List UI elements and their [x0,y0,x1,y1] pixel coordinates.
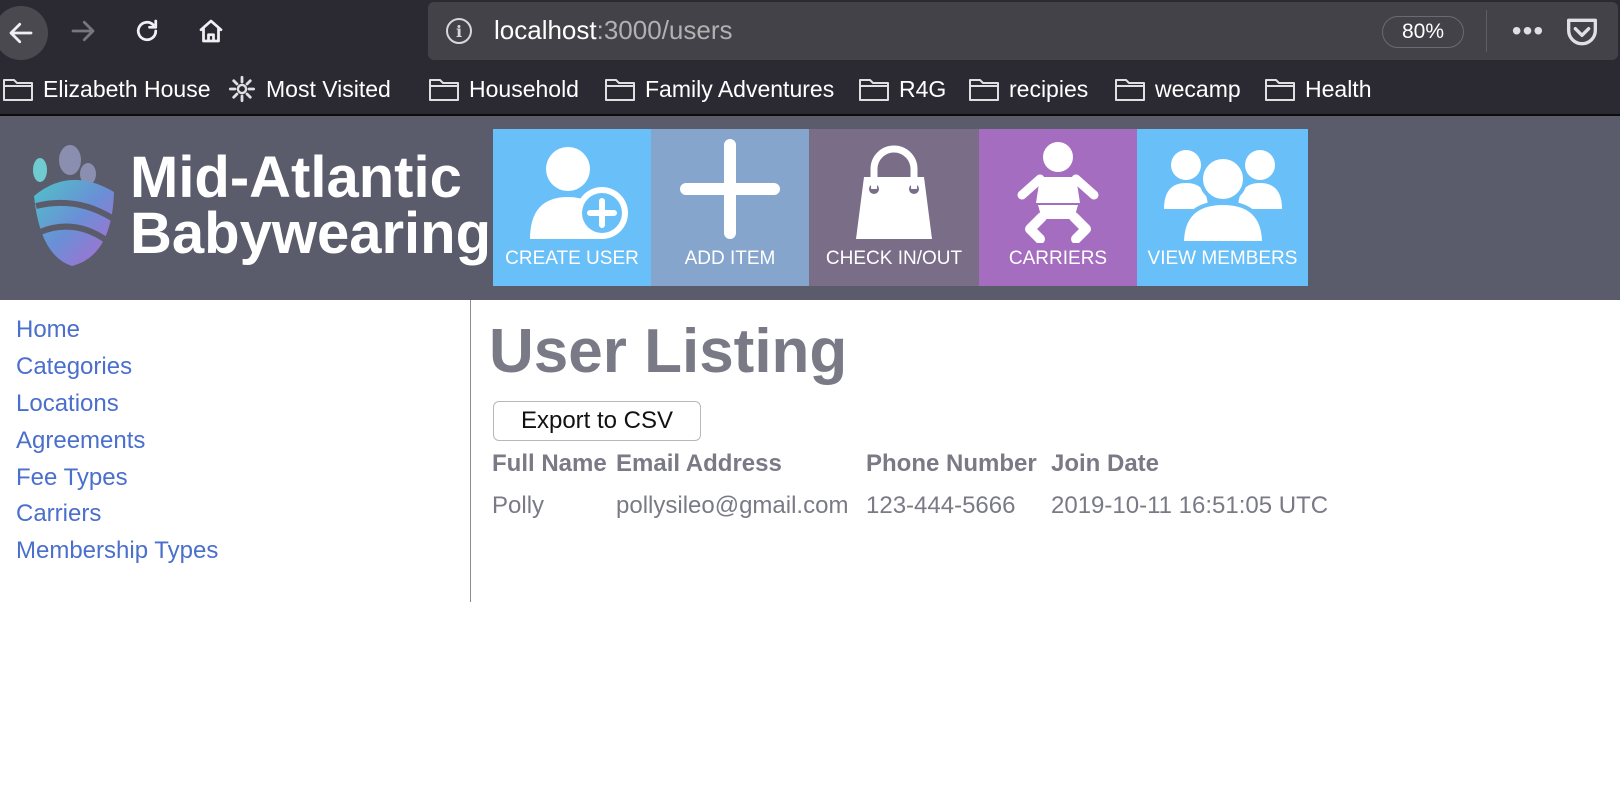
bookmark-label: R4G [899,75,947,102]
bookmark-label: Elizabeth House [43,75,211,102]
url-host: localhost [494,15,597,45]
bookmark-r4g[interactable]: R4G [858,72,946,106]
tile-label: ADD ITEM [684,248,776,269]
url-separator [1486,10,1487,52]
baby-icon [1017,142,1099,243]
sidebar-item-carriers[interactable]: Carriers [16,500,101,528]
tile-label: CREATE USER [505,248,639,269]
logo-line-2: Babywearing [130,201,491,266]
members-icon [1163,150,1282,243]
add-item-tile[interactable]: ADD ITEM [651,129,809,286]
page-title: User Listing [489,317,848,386]
main-content: User Listing Export to CSV Full Name Ema… [472,300,1620,804]
app-header: Mid-Atlantic Babywearing CREATE USER ADD… [0,116,1620,300]
url-path: :3000/users [596,15,733,45]
bookmark-elizabeth-house[interactable]: Elizabeth House [2,72,211,106]
bookmark-label: recipies [1009,75,1089,102]
sidebar-item-categories[interactable]: Categories [16,353,132,381]
cell-email: pollysileo@gmail.com [616,492,849,519]
action-tiles: CREATE USER ADD ITEM CHECK IN/OUT CARRIE… [493,129,1308,286]
home-icon [199,19,223,43]
arrow-left-icon [9,22,33,44]
carriers-tile[interactable]: CARRIERS [979,129,1137,286]
info-icon[interactable]: i [446,18,472,44]
plus-icon [680,139,780,239]
export-csv-button[interactable]: Export to CSV [493,401,701,441]
sidebar-item-home[interactable]: Home [16,316,80,344]
folder-icon [1115,79,1145,101]
cell-join-date: 2019-10-11 16:51:05 UTC [1051,492,1329,519]
logo-line-1: Mid-Atlantic [130,145,462,210]
logo-text: Mid-Atlantic Babywearing [130,145,491,266]
back-button[interactable] [0,6,48,60]
column-header-join-date: Join Date [1051,450,1160,477]
sidebar-item-fee-types[interactable]: Fee Types [16,464,128,492]
zoom-indicator[interactable]: 80% [1382,16,1464,48]
site-logo[interactable]: Mid-Atlantic Babywearing [26,136,491,276]
bookmark-label: wecamp [1155,75,1241,102]
sidebar-item-locations[interactable]: Locations [16,390,119,418]
url-bar[interactable]: i localhost:3000/users 80% ••• [428,2,1618,60]
add-user-icon [530,147,628,239]
babywearing-logo-icon [33,145,114,266]
folder-icon [1265,79,1295,101]
home-button[interactable] [188,8,234,54]
bookmark-family-adventures[interactable]: Family Adventures [604,72,834,106]
gear-icon [228,75,256,103]
reload-button[interactable] [124,8,170,54]
url-text[interactable]: localhost:3000/users [494,15,733,46]
sidebar-item-membership-types[interactable]: Membership Types [16,537,218,565]
column-header-email: Email Address [616,450,782,477]
column-header-full-name: Full Name [492,450,607,477]
tile-label: VIEW MEMBERS [1147,248,1298,269]
bookmark-household[interactable]: Household [428,72,579,106]
bookmark-label: Family Adventures [645,75,835,102]
create-user-tile[interactable]: CREATE USER [493,129,651,286]
folder-icon [969,79,999,101]
sidebar: Home Categories Locations Agreements Fee… [0,300,471,602]
view-members-tile[interactable]: VIEW MEMBERS [1137,129,1308,286]
browser-toolbar: i localhost:3000/users 80% ••• [0,0,1620,64]
bag-icon [856,145,932,239]
sidebar-item-agreements[interactable]: Agreements [16,427,145,455]
cell-phone: 123-444-5666 [866,492,1016,519]
bookmark-label: Most Visited [266,75,391,102]
arrow-right-icon [71,20,95,42]
folder-icon [3,79,33,101]
reload-icon [136,19,158,42]
tile-label: CARRIERS [1008,248,1108,269]
bookmark-label: Household [469,75,579,102]
bookmark-recipies[interactable]: recipies [968,72,1088,106]
info-glyph: i [455,21,463,41]
folder-icon [429,79,459,101]
column-header-phone: Phone Number [866,450,1037,477]
folder-icon [859,79,889,101]
bookmark-most-visited[interactable]: Most Visited [228,72,391,106]
bookmark-health[interactable]: Health [1264,72,1371,106]
more-actions-icon[interactable]: ••• [1508,14,1548,48]
bookmark-wecamp[interactable]: wecamp [1114,72,1241,106]
forward-button[interactable] [60,8,106,54]
bookmark-label: Health [1305,75,1372,102]
tile-label: CHECK IN/OUT [825,248,963,269]
bookmarks-bar: Elizabeth House Most Visited Household F… [0,64,1620,116]
cell-full-name: Polly [492,492,545,519]
check-in-out-tile[interactable]: CHECK IN/OUT [809,129,979,286]
folder-icon [605,79,635,101]
pocket-icon[interactable] [1562,12,1602,52]
